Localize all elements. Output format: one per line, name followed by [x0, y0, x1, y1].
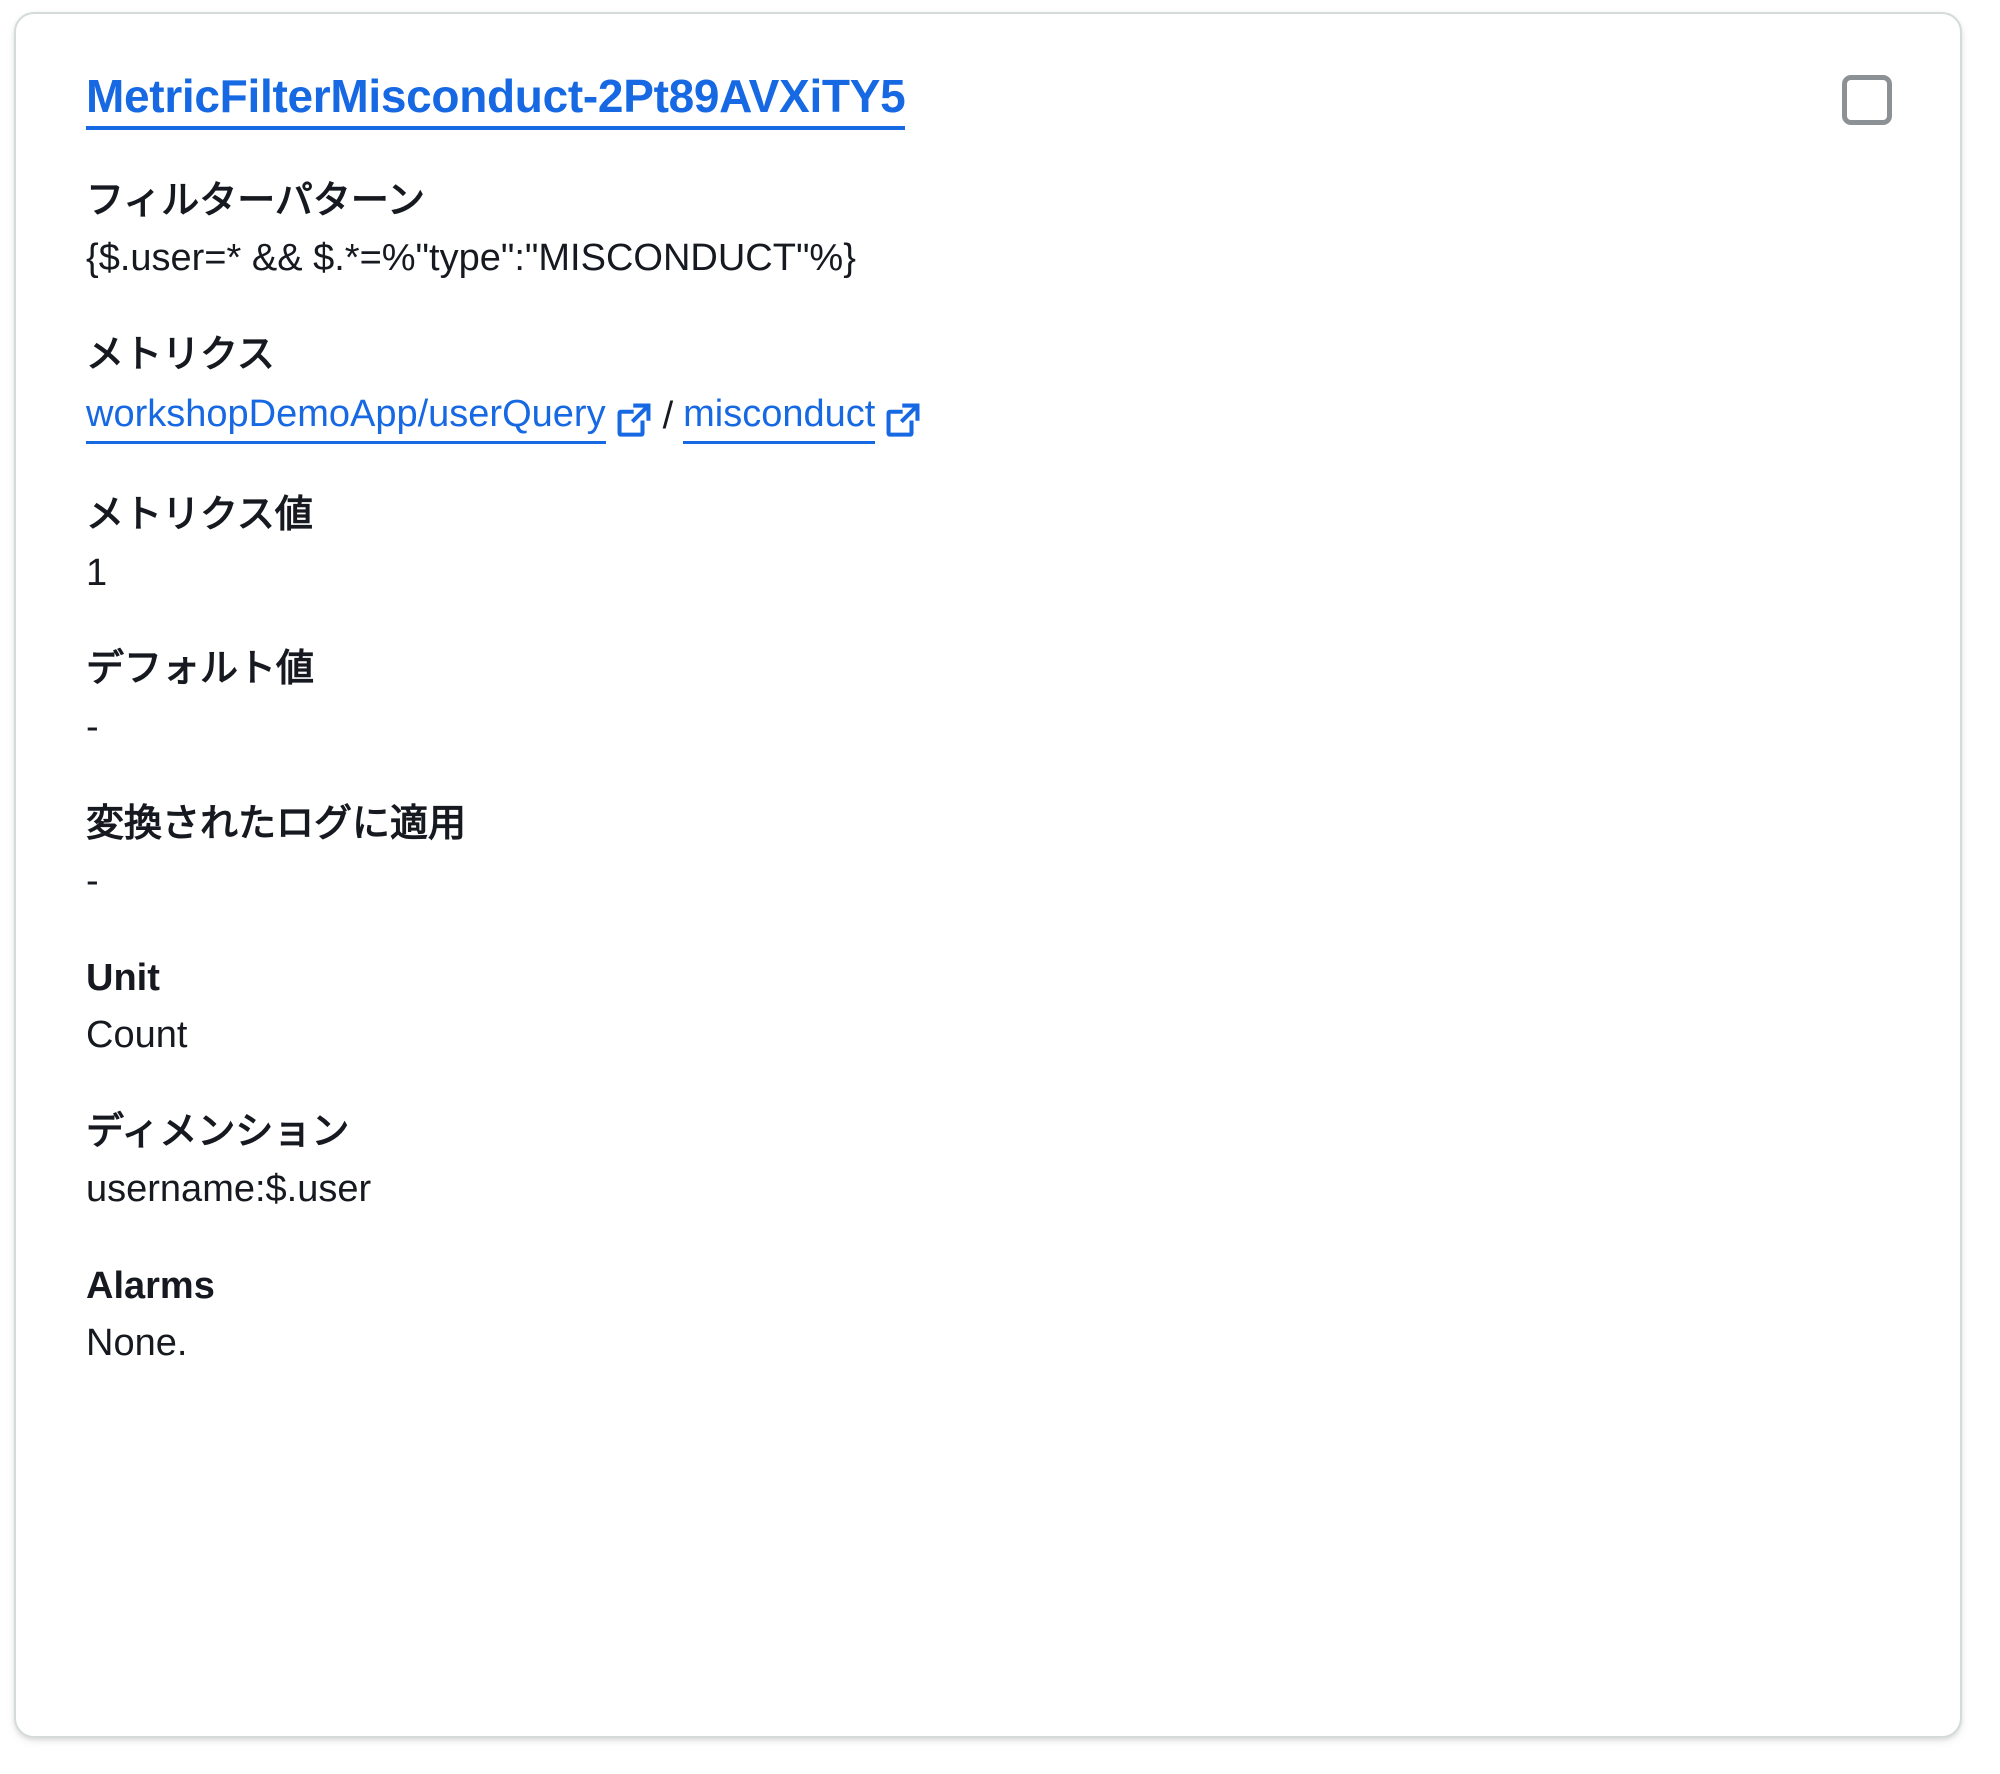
- field-default-value: デフォルト値 -: [86, 644, 1920, 752]
- filter-pattern-label: フィルターパターン: [86, 180, 425, 223]
- default-value-value: -: [86, 705, 99, 748]
- alarms-value: None.: [86, 1321, 188, 1364]
- card-header: MetricFilterMisconduct-2Pt89AVXiTY5: [86, 69, 1920, 131]
- field-filter-pattern: フィルターパターン {$.user=* && $.*=%"type":"MISC…: [86, 176, 1920, 284]
- alarms-label: Alarms: [86, 1264, 215, 1307]
- field-apply-to-transformed-logs: 変換されたログに適用 -: [86, 799, 1920, 907]
- dimensions-value: username:$.user: [86, 1167, 372, 1210]
- metric-value-label: メトリクス値: [86, 494, 313, 537]
- metrics-label: メトリクス: [86, 334, 275, 377]
- default-value-label: デフォルト値: [86, 648, 315, 691]
- filter-pattern-value: {$.user=* && $.*=%"type":"MISCONDUCT"%}: [86, 237, 856, 280]
- field-alarms: Alarms None.: [86, 1261, 1920, 1369]
- dimensions-label: ディメンション: [86, 1110, 350, 1153]
- select-metric-filter-checkbox[interactable]: [1842, 75, 1892, 125]
- metric-name-link[interactable]: misconduct: [683, 389, 876, 445]
- card-content: MetricFilterMisconduct-2Pt89AVXiTY5 フィルタ…: [16, 14, 1960, 1736]
- field-metric-value: メトリクス値 1: [86, 490, 1920, 598]
- unit-value: Count: [86, 1013, 188, 1056]
- field-unit: Unit Count: [86, 953, 1920, 1061]
- apply-to-transformed-logs-label: 変換されたログに適用: [86, 802, 467, 845]
- apply-to-transformed-logs-value: -: [86, 859, 99, 902]
- field-metrics: メトリクス workshopDemoApp/userQuery / miscon…: [86, 330, 1920, 445]
- metric-filter-title-link[interactable]: MetricFilterMisconduct-2Pt89AVXiTY5: [86, 69, 906, 131]
- unit-label: Unit: [86, 956, 160, 999]
- metric-path-separator: /: [662, 395, 674, 438]
- external-link-icon[interactable]: [617, 403, 651, 437]
- metric-value-value: 1: [86, 551, 108, 594]
- external-link-icon[interactable]: [886, 403, 920, 437]
- metric-namespace-link[interactable]: workshopDemoApp/userQuery: [86, 389, 606, 445]
- metrics-value: workshopDemoApp/userQuery / misconduct: [86, 389, 1920, 445]
- metric-filter-card: MetricFilterMisconduct-2Pt89AVXiTY5 フィルタ…: [14, 12, 1962, 1738]
- field-dimensions: ディメンション username:$.user: [86, 1107, 1920, 1215]
